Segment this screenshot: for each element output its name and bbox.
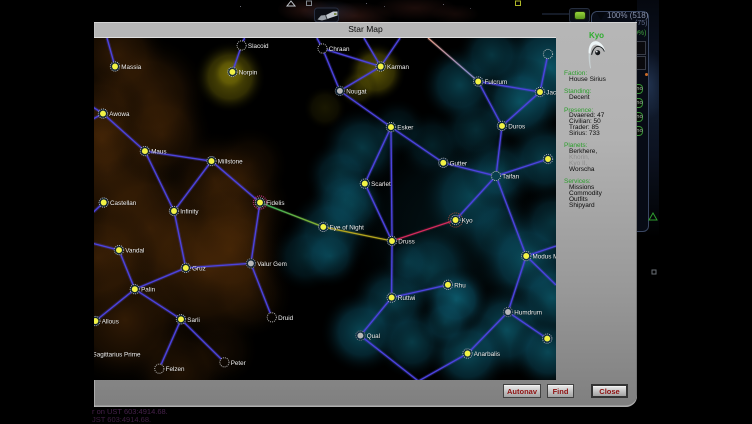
svg-text:Jack: Jack <box>546 90 556 97</box>
svg-text:Humdrum: Humdrum <box>514 310 542 317</box>
svg-text:Valur Gem: Valur Gem <box>257 261 287 268</box>
svg-text:Chraan: Chraan <box>329 46 350 53</box>
svg-text:Awowa: Awowa <box>109 111 130 118</box>
svg-text:Esker: Esker <box>397 125 413 132</box>
svg-text:Modus M: Modus M <box>533 254 557 261</box>
svg-text:Castellan: Castellan <box>110 200 137 207</box>
svg-text:Massia: Massia <box>121 64 141 71</box>
svg-text:Fidelis: Fidelis <box>266 200 284 207</box>
svg-text:Qual: Qual <box>367 333 380 340</box>
svg-text:Infinity: Infinity <box>180 209 199 216</box>
svg-text:Gutter: Gutter <box>450 160 468 167</box>
svg-text:Millstone: Millstone <box>218 159 243 166</box>
svg-text:Sagittarius Prime: Sagittarius Prime <box>94 352 141 359</box>
svg-text:Fulcrum: Fulcrum <box>485 79 508 86</box>
svg-text:Ruttwi: Ruttwi <box>398 295 416 302</box>
svg-text:Rhu: Rhu <box>454 282 466 289</box>
svg-text:Palin: Palin <box>141 287 155 294</box>
svg-text:Maus: Maus <box>151 149 166 156</box>
svg-text:Druss: Druss <box>398 239 414 246</box>
svg-text:Taifan: Taifan <box>502 174 519 181</box>
svg-text:Druid: Druid <box>278 315 294 322</box>
svg-text:Scarlet: Scarlet <box>371 181 391 188</box>
svg-text:Felzen: Felzen <box>166 366 185 373</box>
svg-text:Gruz: Gruz <box>192 265 206 272</box>
svg-text:Allous: Allous <box>102 319 119 326</box>
svg-text:Peter: Peter <box>231 360 246 367</box>
svg-text:Duros: Duros <box>508 123 525 130</box>
svg-text:Norpin: Norpin <box>239 69 258 76</box>
svg-text:Vandal: Vandal <box>125 248 144 255</box>
svg-text:Karman: Karman <box>387 64 410 71</box>
svg-text:Sarli: Sarli <box>187 317 200 324</box>
svg-text:Eye of Night: Eye of Night <box>330 224 365 231</box>
svg-text:Nougat: Nougat <box>346 88 367 95</box>
svg-text:Anarbalis: Anarbalis <box>474 351 500 358</box>
svg-text:Kyo: Kyo <box>462 218 473 225</box>
svg-text:Slacoid: Slacoid <box>248 43 269 50</box>
